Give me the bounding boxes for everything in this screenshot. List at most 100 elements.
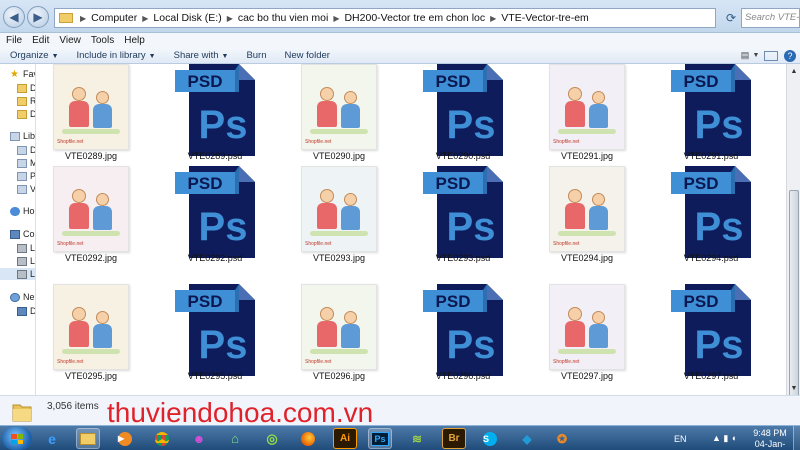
- nav-fav-item[interactable]: R: [0, 95, 35, 107]
- address-bar[interactable]: ▶ Computer ▶ Local Disk (E:) ▶ cac bo th…: [54, 8, 716, 28]
- file-item[interactable]: PSD Ps VTE0296.psd: [413, 280, 513, 381]
- scroll-down-icon[interactable]: ▼: [789, 383, 799, 393]
- psd-file-icon: PSD Ps: [671, 284, 751, 376]
- breadcrumb-current-folder[interactable]: VTE-Vector-tre-em: [499, 12, 591, 24]
- messenger-icon[interactable]: ☻: [187, 428, 211, 449]
- breadcrumb-computer[interactable]: Computer: [89, 12, 139, 24]
- psd-label: PSD: [188, 174, 223, 193]
- nav-network[interactable]: Ne: [0, 291, 35, 303]
- file-item[interactable]: PSD Ps VTE0293.psd: [413, 162, 513, 263]
- illustration-ground: [62, 349, 120, 354]
- search-input[interactable]: Search VTE-...: [741, 8, 800, 28]
- file-item[interactable]: PSD Ps VTE0292.psd: [165, 162, 265, 263]
- file-name: VTE0292.jpg: [64, 253, 118, 263]
- organize-button[interactable]: Organize ▼: [10, 50, 59, 61]
- file-item[interactable]: PSD Ps VTE0289.psd: [165, 64, 265, 161]
- file-name: VTE0296.psd: [435, 371, 491, 381]
- illustrator-icon[interactable]: Ai: [333, 428, 357, 449]
- app-icon[interactable]: ≋: [405, 428, 429, 449]
- chevron-right-icon[interactable]: ▶: [139, 14, 151, 23]
- chrome-icon[interactable]: [150, 428, 174, 449]
- file-item[interactable]: Shopfile.net VTE0291.jpg: [537, 64, 637, 161]
- menu-view[interactable]: View: [59, 35, 81, 46]
- new-folder-button[interactable]: New folder: [285, 50, 330, 61]
- file-item[interactable]: Shopfile.net VTE0295.jpg: [41, 280, 141, 381]
- nav-lib-item[interactable]: D: [0, 144, 35, 156]
- file-item[interactable]: PSD Ps VTE0290.psd: [413, 64, 513, 161]
- nav-fav-item[interactable]: D: [0, 108, 35, 120]
- chevron-right-icon[interactable]: ▶: [330, 14, 342, 23]
- internet-explorer-icon[interactable]: e: [40, 428, 64, 449]
- file-item[interactable]: PSD Ps VTE0291.psd: [661, 64, 761, 161]
- preview-pane-icon[interactable]: [764, 51, 778, 61]
- photoshop-taskbar-icon[interactable]: Ps: [368, 428, 392, 449]
- system-tray-icons[interactable]: ▲ ▮ ◖: [712, 426, 736, 450]
- coccoc-icon[interactable]: ◎: [260, 428, 284, 449]
- skype-icon[interactable]: S: [478, 428, 502, 449]
- file-item[interactable]: Shopfile.net VTE0290.jpg: [289, 64, 389, 161]
- taskbar: e ▶ ☻ ⌂ ◎ Ai Ps ≋ Br S ◆ ✪ EN ▲ ▮ ◖ 9:48…: [0, 425, 800, 450]
- nav-lib-item[interactable]: M: [0, 157, 35, 169]
- change-view-icon[interactable]: ▤: [737, 49, 753, 62]
- file-name: VTE0295.psd: [187, 371, 243, 381]
- file-item[interactable]: PSD Ps VTE0297.psd: [661, 280, 761, 381]
- nav-net-item[interactable]: D: [0, 305, 35, 317]
- nav-lib-item[interactable]: P: [0, 170, 36, 182]
- menu-tools[interactable]: Tools: [91, 35, 114, 46]
- chevron-right-icon[interactable]: ▶: [77, 14, 89, 23]
- vertical-scrollbar[interactable]: ▲ ▼: [786, 64, 800, 450]
- burn-button[interactable]: Burn: [246, 50, 266, 61]
- file-item[interactable]: Shopfile.net VTE0293.jpg: [289, 162, 389, 263]
- breadcrumb-local-disk[interactable]: Local Disk (E:): [151, 12, 223, 24]
- include-in-library-button[interactable]: Include in library ▼: [77, 50, 156, 61]
- nav-fav-item[interactable]: D: [0, 82, 35, 94]
- chevron-right-icon[interactable]: ▶: [487, 14, 499, 23]
- forward-button[interactable]: ▶: [27, 6, 49, 28]
- file-item[interactable]: Shopfile.net VTE0297.jpg: [537, 280, 637, 381]
- app-icon[interactable]: ◆: [515, 428, 539, 449]
- file-item[interactable]: Shopfile.net VTE0296.jpg: [289, 280, 389, 381]
- windows-explorer-icon[interactable]: [76, 428, 100, 449]
- nav-drive-item[interactable]: L: [0, 242, 35, 254]
- menu-help[interactable]: Help: [124, 35, 145, 46]
- breadcrumb-library-folder[interactable]: cac bo thu vien moi: [236, 12, 330, 24]
- chevron-right-icon[interactable]: ▶: [224, 14, 236, 23]
- start-button[interactable]: [2, 427, 32, 450]
- view-dropdown-icon[interactable]: ▼: [752, 49, 760, 62]
- organize-label: Organize: [10, 49, 49, 61]
- nav-drive-item-selected[interactable]: L: [0, 268, 35, 280]
- nav-favorites[interactable]: ★ Fav: [0, 68, 35, 80]
- language-indicator[interactable]: EN: [674, 426, 687, 450]
- clock[interactable]: 9:48 PM 04-Jan-16: [750, 428, 790, 450]
- firefox-icon[interactable]: [296, 428, 320, 449]
- file-item[interactable]: PSD Ps VTE0295.psd: [165, 280, 265, 381]
- file-item[interactable]: Shopfile.net VTE0292.jpg: [41, 162, 141, 263]
- file-name: VTE0296.jpg: [312, 371, 366, 381]
- file-item[interactable]: Shopfile.net VTE0289.jpg: [41, 64, 141, 161]
- file-item[interactable]: PSD Ps VTE0294.psd: [661, 162, 761, 263]
- app-icon[interactable]: ✪: [550, 428, 574, 449]
- nav-computer[interactable]: Co: [0, 228, 35, 240]
- psd-file-icon: PSD Ps: [423, 284, 503, 376]
- nav-libraries[interactable]: Libr: [0, 130, 35, 142]
- breadcrumb-collection-folder[interactable]: DH200-Vector tre em chon loc: [342, 12, 487, 24]
- nav-homegroup[interactable]: Ho: [0, 205, 35, 217]
- media-player-icon[interactable]: ▶: [113, 428, 137, 449]
- back-button[interactable]: ◀: [3, 6, 25, 28]
- file-item[interactable]: Shopfile.net VTE0294.jpg: [537, 162, 637, 263]
- file-name: VTE0294.psd: [683, 253, 739, 263]
- scroll-up-icon[interactable]: ▲: [789, 66, 799, 76]
- thumbnail-watermark: Shopfile.net: [305, 241, 332, 247]
- share-with-button[interactable]: Share with ▼: [174, 50, 229, 61]
- nav-drive-item[interactable]: L: [0, 255, 35, 267]
- ps-logo-label: Ps: [695, 323, 744, 367]
- nav-item-label: P: [30, 171, 36, 181]
- menu-edit[interactable]: Edit: [32, 35, 49, 46]
- refresh-button[interactable]: ⟳: [722, 8, 740, 28]
- app-icon[interactable]: ⌂: [223, 428, 247, 449]
- show-desktop-button[interactable]: [793, 426, 800, 450]
- help-icon[interactable]: ?: [784, 50, 796, 62]
- menu-file[interactable]: File: [6, 35, 22, 46]
- nav-lib-item[interactable]: V: [0, 183, 35, 195]
- bridge-icon[interactable]: Br: [442, 428, 466, 449]
